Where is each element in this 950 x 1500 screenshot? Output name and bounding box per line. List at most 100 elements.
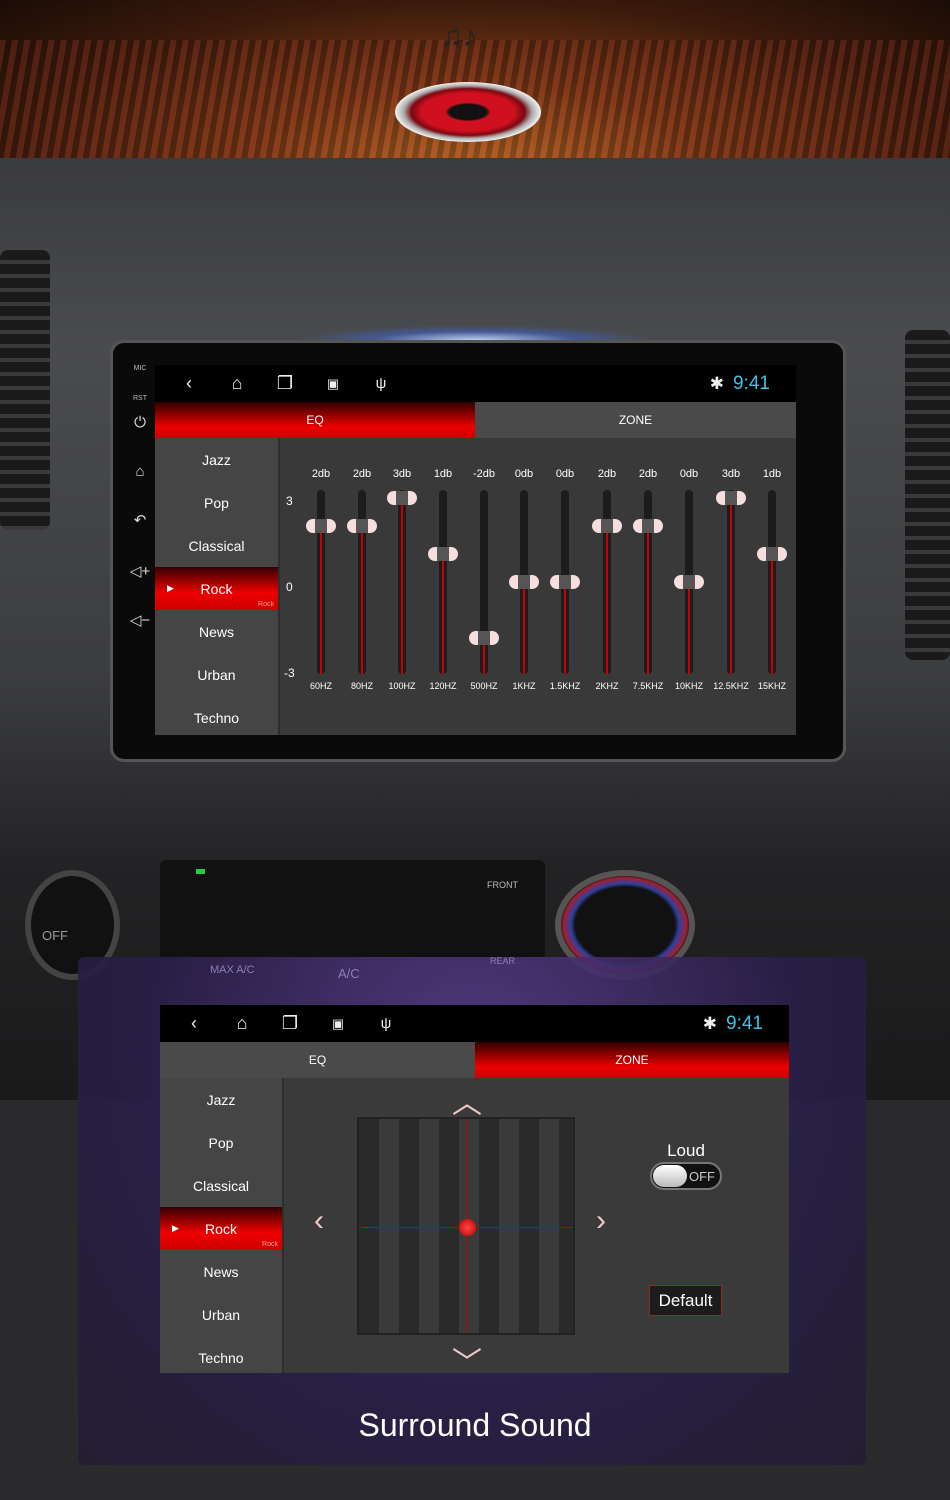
eq-axis-zero: 0 — [286, 580, 293, 594]
eq-slider-knob[interactable] — [550, 575, 580, 589]
preset-techno[interactable]: Techno — [155, 696, 278, 735]
eq-slider-knob[interactable] — [674, 575, 704, 589]
home-icon[interactable]: ⌂ — [213, 373, 261, 394]
eq-slider-fill — [647, 526, 649, 674]
gallery-icon[interactable]: ▣ — [309, 376, 357, 392]
recent-apps-icon[interactable]: ❐ — [266, 1013, 314, 1034]
power-icon[interactable]: ⏻ — [120, 414, 160, 432]
eq-slider-fill — [730, 498, 732, 674]
eq-band-120hz[interactable]: 1db 120HZ — [423, 438, 463, 735]
bluetooth-icon: ✱ — [709, 374, 724, 393]
toggle-thumb — [653, 1165, 687, 1187]
eq-slider-knob[interactable] — [716, 491, 746, 505]
eq-slider-knob[interactable] — [347, 519, 377, 533]
tab-zone[interactable]: ZONE — [475, 1042, 789, 1078]
tab-eq[interactable]: EQ — [155, 402, 475, 438]
preset-label: Urban — [197, 666, 236, 683]
eq-band-60hz[interactable]: 2db 60HZ — [301, 438, 341, 735]
eq-slider-knob[interactable] — [428, 547, 458, 561]
default-button[interactable]: Default — [649, 1285, 722, 1316]
preset-pop[interactable]: Pop — [155, 481, 278, 524]
eq-band-80hz[interactable]: 2db 80HZ — [342, 438, 382, 735]
right-arrow-icon[interactable]: › — [596, 1204, 606, 1238]
preset-news[interactable]: News — [155, 610, 278, 653]
eq-band-frequency: 10KHZ — [674, 681, 703, 691]
eq-band-1.5khz[interactable]: 0db 1.5KHZ — [545, 438, 585, 735]
eq-band-frequency: 2KHZ — [595, 681, 619, 691]
eq-band-value: 3db — [721, 468, 741, 480]
eq-band-12.5khz[interactable]: 3db 12.5KHZ — [711, 438, 751, 735]
preset-urban[interactable]: Urban — [160, 1293, 282, 1336]
gallery-icon[interactable]: ▣ — [314, 1016, 362, 1032]
preset-classical[interactable]: Classical — [160, 1164, 282, 1207]
clock: 9:41 — [726, 1013, 763, 1034]
bluetooth-icon: ✱ — [702, 1014, 717, 1033]
eq-band-2khz[interactable]: 2db 2KHZ — [587, 438, 627, 735]
eq-slider-knob[interactable] — [592, 519, 622, 533]
car-interior-zone-map[interactable] — [357, 1117, 575, 1335]
eq-slider-fill — [361, 526, 363, 674]
preset-jazz[interactable]: Jazz — [155, 438, 278, 481]
preset-rock[interactable]: ▶ Rock Rock — [155, 567, 278, 610]
preset-label: Urban — [201, 1306, 241, 1323]
fan-off-label: OFF — [42, 928, 68, 943]
eq-band-frequency: 120HZ — [429, 681, 457, 691]
eq-band-7.5khz[interactable]: 2db 7.5KHZ — [628, 438, 668, 735]
selected-marker-icon: ▶ — [167, 583, 174, 593]
eq-slider-knob[interactable] — [633, 519, 663, 533]
eq-slider-fill — [606, 526, 608, 674]
eq-band-1khz[interactable]: 0db 1KHZ — [504, 438, 544, 735]
tab-eq[interactable]: EQ — [160, 1042, 475, 1078]
eq-slider-knob[interactable] — [387, 491, 417, 505]
eq-slider-knob[interactable] — [306, 519, 336, 533]
red-speaker-icon — [395, 82, 541, 142]
preset-classical[interactable]: Classical — [155, 524, 278, 567]
left-arrow-icon[interactable]: ‹ — [314, 1204, 324, 1238]
preset-label: Pop — [204, 494, 229, 511]
volume-up-icon[interactable]: ◁+ — [120, 563, 160, 581]
eq-band-500hz[interactable]: -2db 500HZ — [464, 438, 504, 735]
home-icon[interactable]: ⌂ — [120, 463, 160, 481]
back-icon[interactable]: ‹ — [170, 1013, 218, 1034]
preset-news[interactable]: News — [160, 1250, 282, 1293]
eq-band-value: 1db — [433, 468, 453, 480]
loud-label: Loud — [667, 1141, 705, 1160]
eq-axis-min: -3 — [284, 666, 295, 680]
eq-band-value: 1db — [762, 468, 782, 480]
selected-preset: Rock — [258, 601, 274, 608]
tab-zone[interactable]: ZONE — [475, 402, 796, 438]
front-defrost-label[interactable]: FRONT — [487, 880, 518, 891]
back-icon[interactable]: ↶ — [120, 512, 160, 530]
volume-down-icon[interactable]: ◁− — [120, 612, 160, 630]
eq-band-100hz[interactable]: 3db 100HZ — [382, 438, 422, 735]
back-icon[interactable]: ‹ — [165, 373, 213, 394]
recent-apps-icon[interactable]: ❐ — [261, 373, 309, 394]
eq-slider-knob[interactable] — [509, 575, 539, 589]
sound-focus-point[interactable] — [459, 1219, 476, 1236]
usb-icon: ψ — [375, 375, 387, 392]
eq-screen: ‹ ⌂ ❐ ▣ ψ ✱ 9:41 EQ ZONE Jazz Pop Classica… — [155, 365, 796, 735]
zone-screen: ‹ ⌂ ❐ ▣ ψ ✱ 9:41 EQ ZONE Jazz Pop Classica… — [160, 1005, 789, 1373]
preset-label: Rock — [205, 1220, 237, 1237]
preset-pop[interactable]: Pop — [160, 1121, 282, 1164]
preset-label: Techno — [198, 1349, 244, 1366]
preset-label: Techno — [193, 709, 240, 726]
home-icon[interactable]: ⌂ — [218, 1013, 266, 1034]
eq-slider-knob[interactable] — [469, 631, 499, 645]
preset-jazz[interactable]: Jazz — [160, 1078, 282, 1121]
preset-rock[interactable]: ▶ Rock Rock — [160, 1207, 282, 1250]
eq-slider-fill — [523, 582, 525, 674]
eq-band-10khz[interactable]: 0db 10KHZ — [669, 438, 709, 735]
eq-slider-knob[interactable] — [757, 547, 787, 561]
rst-button[interactable]: RST — [120, 394, 160, 403]
down-arrow-icon[interactable]: ﹀ — [452, 1338, 482, 1373]
eq-band-15khz[interactable]: 1db 15KHZ — [752, 438, 792, 735]
up-arrow-icon[interactable]: ︿ — [452, 1078, 482, 1122]
clock: 9:41 — [733, 373, 770, 394]
loud-toggle[interactable]: OFF — [650, 1162, 722, 1190]
preset-label: Jazz — [206, 1091, 236, 1108]
eq-slider-fill — [564, 582, 566, 674]
preset-urban[interactable]: Urban — [155, 653, 278, 696]
preset-techno[interactable]: Techno — [160, 1336, 282, 1373]
preset-label: Rock — [200, 580, 233, 597]
